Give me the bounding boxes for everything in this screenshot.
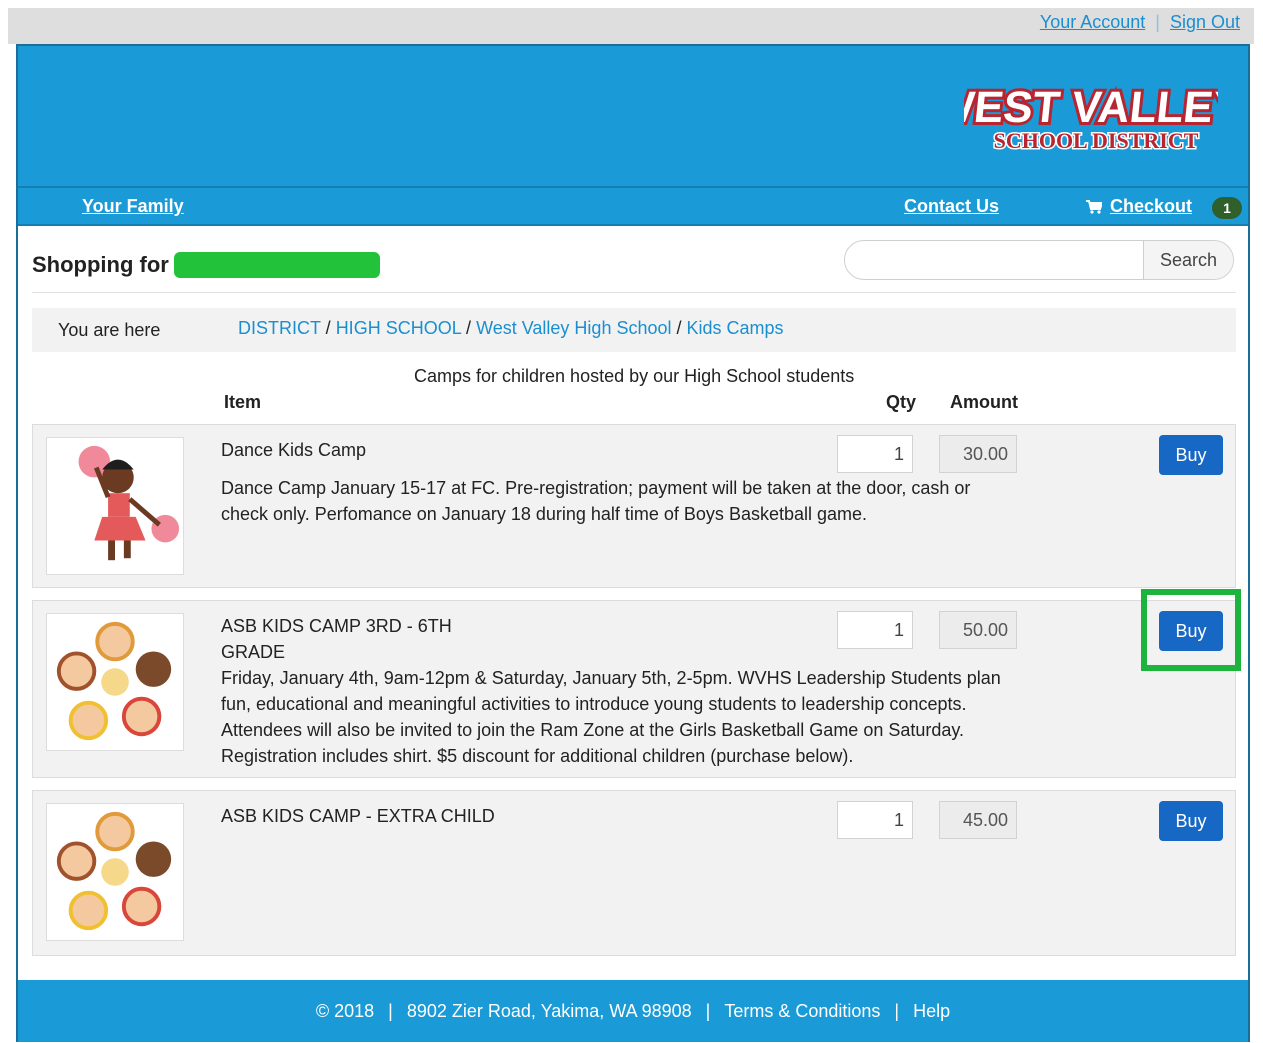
breadcrumb-bar: You are here DISTRICT / HIGH SCHOOL / We…	[32, 308, 1236, 352]
header-divider	[32, 292, 1236, 293]
quantity-input[interactable]	[837, 435, 913, 473]
nav-contact-us[interactable]: Contact Us	[904, 196, 999, 217]
kids-circle-image	[56, 621, 172, 741]
you-are-here-label: You are here	[58, 320, 161, 340]
amount-field: 45.00	[939, 801, 1017, 839]
footer-separator: |	[388, 1001, 393, 1021]
main-nav: Your Family Contact Us Checkout 1	[18, 186, 1248, 226]
nav-your-family[interactable]: Your Family	[82, 196, 184, 217]
description-line: fun, educational and meaningful activiti…	[221, 694, 967, 714]
product-name: ASB KIDS CAMP - EXTRA CHILD	[221, 806, 495, 826]
site-footer: © 2018 | 8902 Zier Road, Yakima, WA 98908 |…	[18, 980, 1248, 1042]
breadcrumb-separator: /	[671, 318, 687, 338]
link-separator: |	[1155, 12, 1160, 32]
top-utility-bar: Your Account | Sign Out	[8, 8, 1254, 44]
footer-separator: |	[894, 1001, 900, 1021]
product-image-extra-child[interactable]	[46, 803, 184, 941]
product-image-asb-camp[interactable]	[46, 613, 184, 751]
product-row-dance: Dance Kids Camp Dance Camp January 15-17…	[32, 424, 1236, 588]
product-description: Friday, January 4th, 9am-12pm & Saturday…	[221, 665, 1001, 769]
kids-circle-image	[56, 811, 172, 931]
page-frame: WEST VALLEY SCHOOL DISTRICT Your Family …	[16, 44, 1250, 1042]
breadcrumb-separator: /	[320, 318, 336, 338]
cheerleader-image	[78, 445, 180, 561]
description-line: Friday, January 4th, 9am-12pm & Saturday…	[221, 668, 1001, 688]
column-header-item: Item	[224, 392, 262, 412]
logo-line1: WEST VALLEY	[964, 83, 1218, 132]
district-logo[interactable]: WEST VALLEY SCHOOL DISTRICT	[964, 74, 1218, 158]
your-account-link[interactable]: Your Account	[1040, 12, 1145, 32]
breadcrumb-separator: /	[461, 318, 477, 338]
search-input[interactable]	[845, 241, 1145, 279]
amount-field: 50.00	[939, 611, 1017, 649]
description-line: check only. Perfomance on January 18 dur…	[221, 504, 868, 524]
footer-terms-link[interactable]: Terms & Conditions	[724, 1001, 880, 1021]
search-box: Search	[844, 240, 1234, 280]
category-caption: Camps for children hosted by our High Sc…	[414, 366, 855, 386]
nav-checkout[interactable]: Checkout	[1086, 196, 1192, 217]
product-image-dance[interactable]	[46, 437, 184, 575]
amount-field: 30.00	[939, 435, 1017, 473]
buy-button[interactable]: Buy	[1159, 801, 1223, 841]
quantity-input[interactable]	[837, 801, 913, 839]
description-line: Attendees will also be invited to join t…	[221, 720, 965, 740]
product-row-asb-kids-camp: ASB KIDS CAMP 3RD - 6TH GRADE Friday, Ja…	[32, 589, 1241, 778]
cart-icon	[1086, 199, 1102, 214]
sign-out-link[interactable]: Sign Out	[1170, 12, 1240, 32]
account-links: Your Account | Sign Out	[1040, 12, 1240, 33]
footer-help-link[interactable]: Help	[913, 1001, 950, 1021]
breadcrumb: DISTRICT / HIGH SCHOOL / West Valley Hig…	[238, 318, 784, 339]
redacted-name	[174, 252, 380, 278]
column-header-amount: Amount	[950, 392, 1018, 412]
footer-separator: |	[705, 1001, 711, 1021]
product-name: Dance Kids Camp	[221, 440, 367, 460]
buy-button-highlight	[1141, 589, 1241, 671]
checkout-link[interactable]: Checkout	[1110, 196, 1192, 217]
breadcrumb-kids-camps[interactable]: Kids Camps	[687, 318, 784, 338]
breadcrumb-west-valley-high[interactable]: West Valley High School	[476, 318, 671, 338]
shopping-for-label: Shopping for	[32, 252, 169, 277]
site-header: WEST VALLEY SCHOOL DISTRICT	[18, 46, 1248, 186]
product-description: Dance Camp January 15-17 at FC. Pre-regi…	[221, 475, 970, 527]
product-row-extra-child: ASB KIDS CAMP - EXTRA CHILD 45.00 Buy	[32, 790, 1236, 956]
description-line: Registration includes shirt. $5 discount…	[221, 746, 854, 766]
buy-button[interactable]: Buy	[1159, 435, 1223, 475]
quantity-input[interactable]	[837, 611, 913, 649]
logo-line2: SCHOOL DISTRICT	[994, 128, 1199, 153]
search-button[interactable]: Search	[1143, 241, 1233, 279]
footer-address: 8902 Zier Road, Yakima, WA 98908	[406, 1001, 692, 1021]
footer-copyright: © 2018	[315, 1001, 375, 1021]
column-header-qty: Qty	[886, 392, 917, 412]
breadcrumb-district[interactable]: DISTRICT	[238, 318, 321, 338]
breadcrumb-high-school[interactable]: HIGH SCHOOL	[336, 318, 461, 338]
description-line: Dance Camp January 15-17 at FC. Pre-regi…	[221, 478, 971, 498]
cart-count-badge: 1	[1212, 197, 1242, 219]
product-name: ASB KIDS CAMP 3RD - 6TH GRADE	[221, 616, 452, 662]
